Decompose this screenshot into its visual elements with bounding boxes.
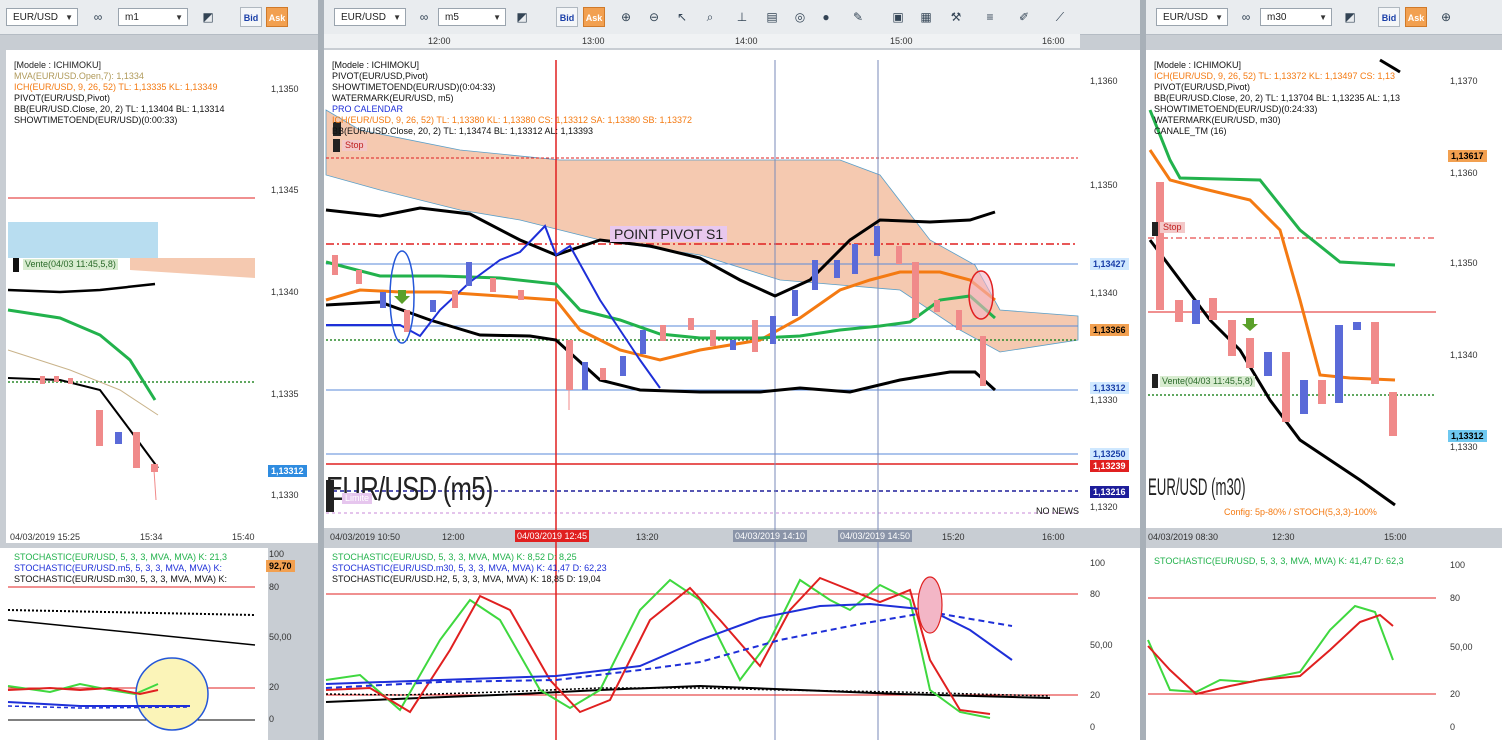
info-line: [Modele : ICHIMOKU] — [1154, 60, 1242, 70]
info-line: ICH(EUR/USD, 9, 26, 52) TL: 1,13372 KL: … — [1154, 71, 1395, 81]
y-tick: 1,1330 — [1450, 442, 1478, 452]
x-tick: 15:00 — [1384, 532, 1407, 542]
info-line: PIVOT(EUR/USD,Pivot) — [1154, 82, 1251, 92]
stop-label[interactable]: Stop — [1160, 222, 1185, 233]
info-line: WATERMARK(EUR/USD, m30) — [1154, 115, 1281, 125]
stoch-y-tick: 0 — [1450, 722, 1456, 732]
stoch-y-tick: 20 — [1450, 689, 1461, 699]
right-stoch-info: STOCHASTIC(EUR/USD, 5, 3, 3, MVA, MVA) K… — [1154, 556, 1404, 567]
stoch-y-tick: 100 — [1450, 560, 1466, 570]
y-tick: 1,1370 — [1450, 76, 1478, 86]
x-tick: 12:30 — [1272, 532, 1295, 542]
price-box: 1,13617 — [1448, 150, 1487, 162]
chart-watermark: EUR/USD (m30) — [1148, 474, 1246, 501]
y-tick: 1,1360 — [1450, 168, 1478, 178]
right-info-block: [Modele : ICHIMOKU] ICH(EUR/USD, 9, 26, … — [1154, 60, 1400, 137]
y-tick: 1,1350 — [1450, 258, 1478, 268]
price-box: 1,13312 — [1448, 430, 1487, 442]
vente-label[interactable]: Vente(04/03 11:45,5,8) — [1160, 376, 1255, 387]
stoch-y-tick: 50,00 — [1450, 642, 1473, 652]
info-line: BB(EUR/USD.Close, 20, 2) TL: 1,13704 BL:… — [1154, 93, 1400, 103]
y-tick: 1,1340 — [1450, 350, 1478, 360]
info-line: SHOWTIMETOEND(EUR/USD)(0:24:33) — [1154, 104, 1318, 114]
info-line: CANALE_TM (16) — [1154, 126, 1227, 136]
stoch-y-tick: 80 — [1450, 593, 1461, 603]
config-label: Config: 5p-80% / STOCH(5,3,3)-100% — [1224, 507, 1377, 517]
x-tick: 04/03/2019 08:30 — [1148, 532, 1219, 542]
stoch-line: STOCHASTIC(EUR/USD, 5, 3, 3, MVA, MVA) K… — [1154, 556, 1404, 566]
